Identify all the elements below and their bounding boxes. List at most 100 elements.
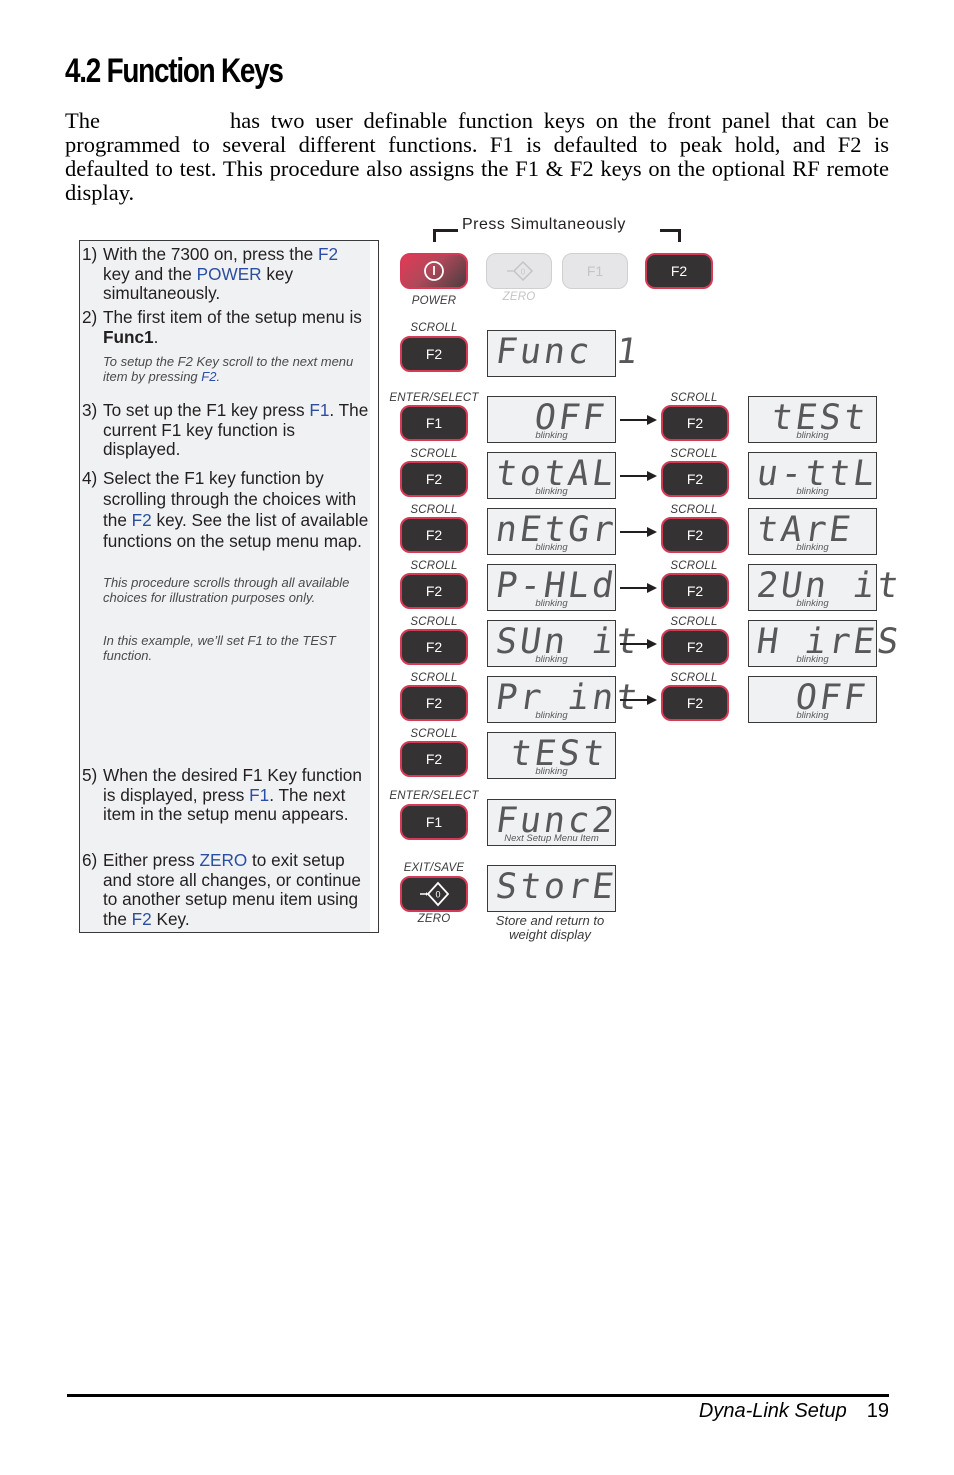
- scroll-label: SCROLL: [670, 392, 718, 404]
- step-6: 6) Either press ZERO to exit setup and s…: [82, 850, 372, 929]
- note-f2-setup: To setup the F2 Key scroll to the next m…: [103, 354, 363, 384]
- scroll-label: SCROLL: [410, 560, 458, 572]
- step-1: 1) With the 7300 on, press the F2 key an…: [82, 244, 372, 304]
- f2-scroll-key[interactable]: F2: [400, 336, 468, 372]
- lcd-display-left: OFF blinking: [487, 396, 616, 443]
- intro-paragraph: The has two user definable function keys …: [65, 109, 889, 205]
- lcd-display-left: P-HLd blinking: [487, 564, 619, 611]
- lcd-text: Func 1: [493, 332, 644, 372]
- scroll-label: SCROLL: [670, 448, 718, 460]
- enter-select-label: ENTER/SELECT: [389, 392, 479, 404]
- intro-start: The: [65, 108, 100, 133]
- f2-scroll-key[interactable]: F2: [400, 629, 468, 665]
- page-number: 19: [866, 1400, 889, 1422]
- footer: Dyna-Link Setup 19: [600, 1400, 889, 1423]
- bracket-right: [660, 229, 681, 242]
- f2-scroll-key[interactable]: F2: [661, 573, 729, 609]
- press-simultaneously-label: Press Simultaneously: [462, 216, 626, 233]
- f1-enter-select-key[interactable]: F1: [400, 804, 468, 840]
- scroll-label: SCROLL: [410, 448, 458, 460]
- f1-key-inactive[interactable]: F1: [562, 253, 628, 289]
- zero-icon: 0: [420, 881, 450, 907]
- text: To set up the F1 key press: [103, 400, 310, 420]
- key-ref-f2: F2: [201, 369, 217, 384]
- step-3: 3) To set up the F1 key press F1. The cu…: [82, 400, 372, 460]
- f2-scroll-key[interactable]: F2: [661, 685, 729, 721]
- lcd-display-right: H irES blinking: [748, 620, 904, 667]
- step-number: 1): [82, 244, 98, 264]
- step-text: When the desired F1 Key function is disp…: [103, 765, 372, 825]
- f2-scroll-key[interactable]: F2: [661, 629, 729, 665]
- f2-scroll-key[interactable]: F2: [400, 461, 468, 497]
- key-ref-zero: ZERO: [199, 850, 248, 870]
- lcd-display-left: SUn it blinking: [487, 620, 643, 667]
- zero-digit: 0: [435, 890, 440, 900]
- text: Key.: [151, 908, 190, 929]
- lcd-subtext: blinking: [535, 598, 568, 609]
- lcd-subtext: blinking: [535, 430, 568, 441]
- lcd-subtext: Next Setup Menu Item: [504, 833, 599, 844]
- f2-scroll-key[interactable]: F2: [661, 517, 729, 553]
- step-text: The first item of the setup menu is Func…: [103, 307, 372, 347]
- f2-scroll-key[interactable]: F2: [661, 405, 729, 441]
- step-text: Select the F1 key function by scrolling …: [103, 468, 372, 552]
- text: .: [216, 369, 221, 384]
- menu-item-func1: Func1: [103, 326, 154, 347]
- lcd-display-right: u-ttL blinking: [748, 452, 880, 499]
- scroll-label: SCROLL: [670, 616, 718, 628]
- scroll-label: SCROLL: [410, 672, 458, 684]
- lcd-subtext: blinking: [796, 598, 829, 609]
- section-heading: 4.2 Function Keys: [65, 52, 284, 90]
- arrow-right-icon: [620, 415, 657, 425]
- text: To setup the F2 Key scroll to the next m…: [103, 354, 354, 384]
- power-key[interactable]: [400, 253, 468, 289]
- lcd-display-right: OFF blinking: [748, 676, 877, 723]
- step-number: 3): [82, 400, 98, 420]
- f2-scroll-key[interactable]: F2: [661, 461, 729, 497]
- arrow-right-icon: [620, 639, 657, 649]
- scroll-label: SCROLL: [410, 504, 458, 516]
- lcd-display-left: tESt blinking: [487, 732, 616, 779]
- arrow-right-icon: [620, 471, 657, 481]
- step-text: Either press ZERO to exit setup and stor…: [103, 850, 372, 929]
- arrow-right-icon: [620, 583, 657, 593]
- step-number: 2): [82, 307, 98, 327]
- lcd-text: StorE: [493, 867, 620, 907]
- f2-key-top[interactable]: F2: [645, 253, 713, 289]
- step-number: 6): [82, 850, 98, 870]
- lcd-display-right: 2Un it blinking: [748, 564, 904, 611]
- lcd-subtext: blinking: [796, 430, 829, 441]
- scroll-label: SCROLL: [670, 504, 718, 516]
- intro-rest: has two user definable function keys on …: [65, 108, 889, 205]
- lcd-display-right: tESt blinking: [748, 396, 877, 443]
- text: The first item of the setup menu is: [103, 307, 362, 327]
- lcd-display-func1: Func 1: [487, 330, 644, 377]
- f2-scroll-key[interactable]: F2: [400, 741, 468, 777]
- zero-icon: 0: [507, 260, 534, 282]
- step-number: 4): [82, 468, 98, 488]
- f2-scroll-key[interactable]: F2: [400, 573, 468, 609]
- zero-key-inactive[interactable]: 0: [486, 253, 552, 289]
- lcd-subtext: blinking: [535, 542, 568, 553]
- text: With the 7300 on, press the: [103, 244, 318, 264]
- footer-rule: [67, 1394, 889, 1397]
- lcd-subtext: blinking: [796, 654, 829, 665]
- key-ref-f2: F2: [317, 244, 339, 264]
- f1-enter-select-key[interactable]: F1: [400, 405, 468, 441]
- f2-scroll-key[interactable]: F2: [400, 685, 468, 721]
- scroll-label: SCROLL: [410, 728, 458, 740]
- lcd-subtext: blinking: [796, 486, 829, 497]
- zero-key-label: ZERO: [502, 291, 536, 303]
- scroll-label: SCROLL: [670, 672, 718, 684]
- zero-exit-save-key[interactable]: 0: [400, 876, 468, 912]
- f2-scroll-key[interactable]: F2: [400, 517, 468, 553]
- text: .: [153, 326, 159, 347]
- lcd-display-store: StorE: [487, 865, 620, 912]
- store-caption: Store and return to weight display: [495, 913, 605, 942]
- footer-section-title: Dyna-Link Setup: [698, 1400, 847, 1422]
- text: key and the: [103, 263, 197, 284]
- lcd-display-func2: Func2 Next Setup Menu Item: [487, 799, 619, 846]
- step-5: 5) When the desired F1 Key function is d…: [82, 765, 372, 825]
- arrow-right-icon: [620, 695, 657, 705]
- arrow-right-icon: [620, 527, 657, 537]
